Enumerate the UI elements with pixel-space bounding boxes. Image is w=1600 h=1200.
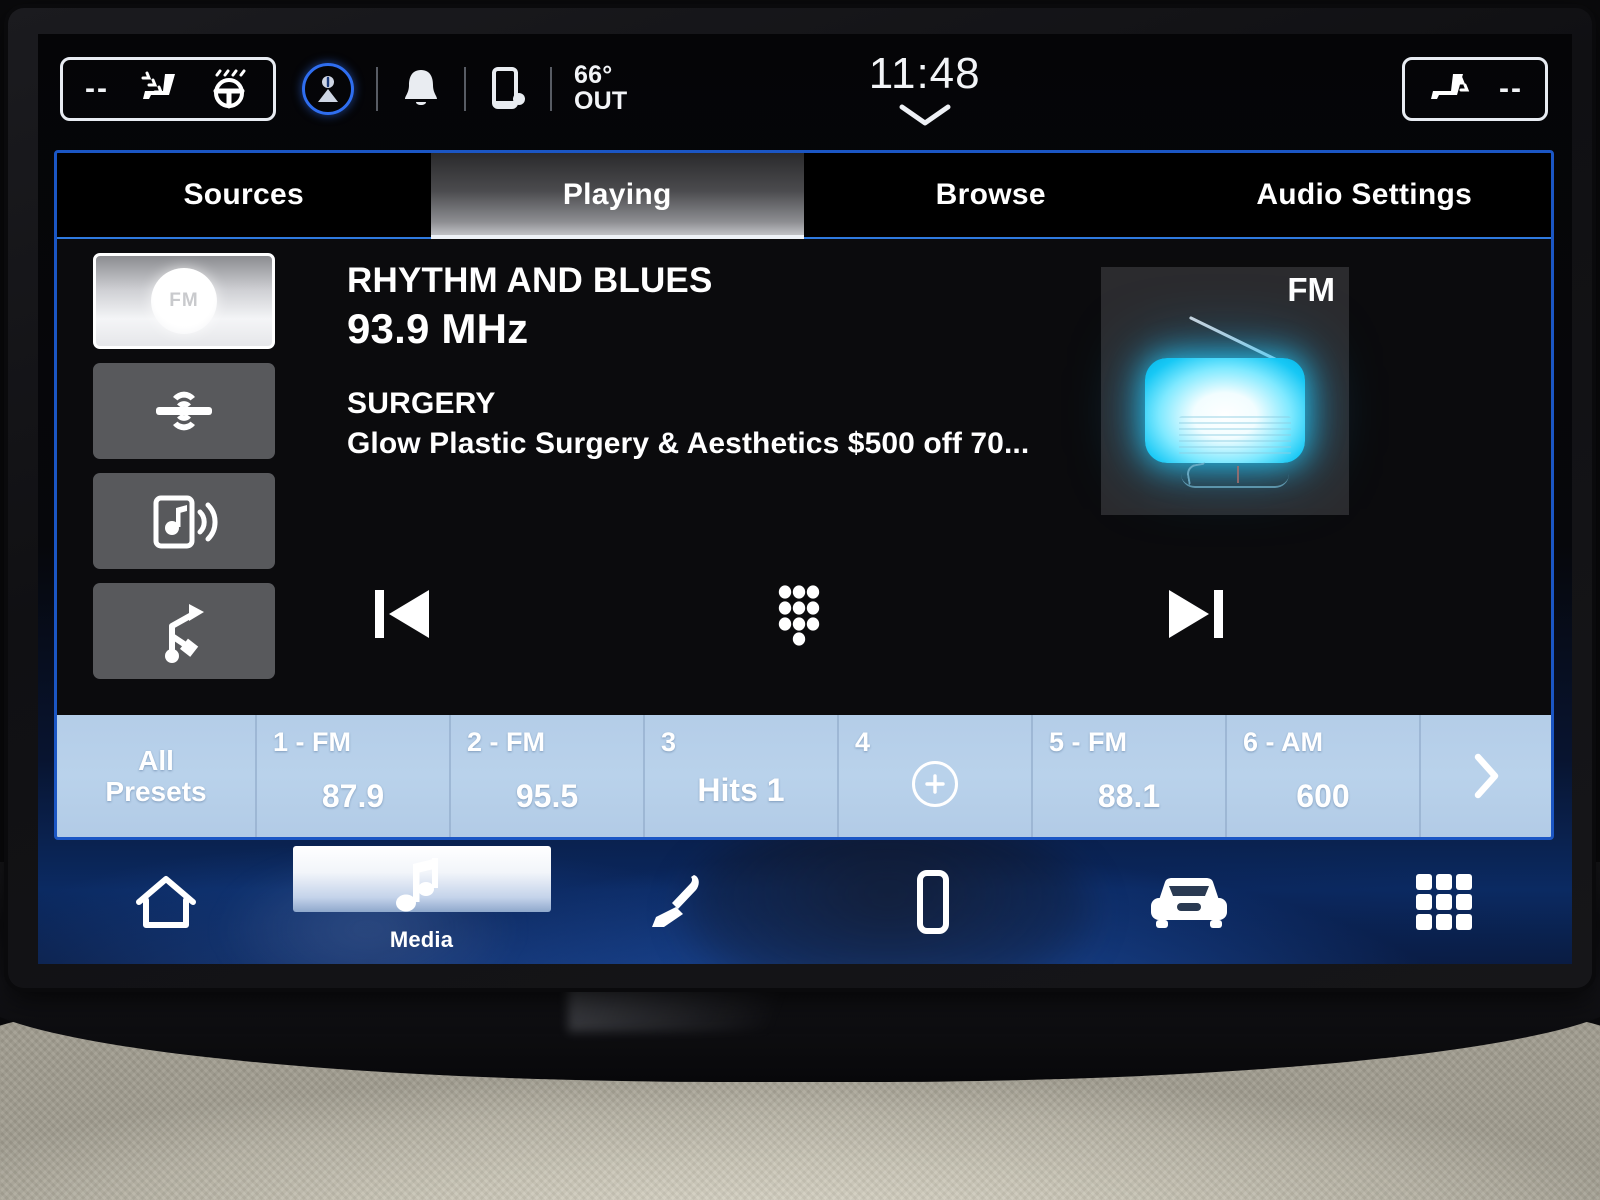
temperature-label: OUT: [573, 87, 628, 115]
preset-1-value: 87.9: [321, 778, 385, 814]
station-artwork: FM: [1101, 267, 1349, 515]
clock: 11:48: [868, 49, 981, 98]
artwork-band-label: FM: [1287, 271, 1335, 308]
home-icon: [133, 867, 199, 937]
media-panel: Sources Playing Browse Audio Settings FM…: [54, 150, 1554, 840]
station-category: SURGERY: [347, 387, 496, 420]
apps-grid-icon: [1410, 867, 1478, 937]
status-divider: [375, 67, 378, 111]
preset-bar: All Presets 1 - FM 87.9 2 - FM 95.5 3 Hi…: [57, 715, 1551, 837]
source-usb[interactable]: [93, 583, 275, 679]
radio-speaker-grille: [1179, 416, 1291, 456]
clock-area[interactable]: 11:48: [869, 49, 981, 129]
phone-icon[interactable]: [488, 65, 528, 113]
preset-6[interactable]: 6 - AM 600: [1225, 715, 1419, 837]
nav-home[interactable]: [38, 840, 294, 964]
phone-icon: [910, 867, 956, 937]
usb-icon: [147, 596, 221, 666]
preset-2[interactable]: 2 - FM 95.5: [449, 715, 643, 837]
passenger-climate-control[interactable]: --: [1402, 57, 1548, 121]
heated-seat-icon: [135, 69, 181, 109]
status-divider: [463, 67, 466, 111]
radio-text: Glow Plastic Surgery & Aesthetics $500 o…: [347, 427, 1030, 460]
driver-climate-value: --: [85, 72, 109, 105]
radio-tuning-dial: [1181, 466, 1289, 488]
bluetooth-audio-icon: [145, 486, 223, 556]
preset-3-number: 3: [661, 727, 677, 757]
nav-media-label: Media: [389, 927, 454, 952]
tab-playing[interactable]: Playing: [430, 153, 804, 239]
transport-controls: [347, 559, 1251, 669]
tab-browse-label: Browse: [935, 178, 1046, 211]
source-bluetooth-audio[interactable]: [93, 473, 275, 569]
radio-body: [1145, 358, 1305, 488]
preset-5-value: 88.1: [1097, 778, 1161, 814]
heated-seat-icon: [1427, 69, 1473, 109]
preset-3-value: Hits 1: [697, 772, 785, 808]
chevron-down-icon[interactable]: [896, 101, 954, 129]
chevron-right-icon: [1469, 751, 1503, 801]
panel-body: FM RHYTHM AND BLUES 93.9 MHz SURGERY Glo…: [57, 239, 1551, 721]
next-track-icon[interactable]: [1141, 569, 1251, 659]
preset-4-number: 4: [855, 727, 871, 757]
car-front-icon: [1143, 867, 1235, 937]
all-presets-button[interactable]: All Presets: [57, 715, 255, 837]
bezel-reflection-2: [567, 982, 868, 1032]
preset-5-number: 5 - FM: [1049, 727, 1127, 757]
nav-media[interactable]: Media: [292, 840, 551, 964]
preset-2-number: 2 - FM: [467, 727, 545, 757]
tab-audio-settings-label: Audio Settings: [1256, 178, 1473, 211]
tab-browse[interactable]: Browse: [804, 153, 1178, 237]
user-profile-icon[interactable]: [301, 63, 354, 115]
bell-icon[interactable]: [400, 66, 442, 112]
preset-4-add[interactable]: 4: [837, 715, 1031, 837]
tab-bar: Sources Playing Browse Audio Settings: [57, 153, 1551, 239]
preset-next-page-button[interactable]: [1419, 715, 1551, 837]
all-presets-line1: All: [138, 744, 174, 776]
temperature-value: 66°: [573, 61, 613, 90]
source-satellite[interactable]: [93, 363, 275, 459]
passenger-climate-value: --: [1499, 72, 1523, 105]
bottom-nav-bar: Media: [38, 840, 1572, 964]
outside-temperature: 66° OUT: [573, 61, 628, 115]
tab-sources[interactable]: Sources: [57, 153, 431, 237]
nav-apps[interactable]: [1316, 840, 1572, 964]
station-frequency: 93.9 MHz: [347, 305, 529, 352]
nav-vehicle[interactable]: [1061, 840, 1317, 964]
status-divider: [549, 67, 552, 111]
retro-radio-icon: [1135, 316, 1315, 488]
preset-6-value: 600: [1296, 778, 1350, 814]
source-fm-label: FM: [169, 290, 199, 311]
nav-phone[interactable]: [805, 840, 1061, 964]
tab-audio-settings[interactable]: Audio Settings: [1178, 153, 1552, 237]
nav-climate[interactable]: [549, 840, 805, 964]
tab-sources-label: Sources: [183, 178, 304, 211]
direct-tune-keypad-icon[interactable]: [744, 569, 854, 659]
source-rail: FM: [93, 253, 275, 679]
fm-radio-icon: FM: [151, 268, 217, 334]
tab-playing-label: Playing: [562, 178, 672, 211]
music-note-icon: [391, 851, 453, 921]
status-bar: -- 66° OUT 11:48 --: [38, 34, 1572, 144]
now-playing-info: RHYTHM AND BLUES 93.9 MHz SURGERY Glow P…: [347, 261, 1029, 461]
infotainment-display: -- 66° OUT 11:48 -- Sources Playing Brow…: [38, 34, 1572, 964]
photo-of-infotainment-screen: -- 66° OUT 11:48 -- Sources Playing Brow…: [0, 0, 1600, 1200]
source-fm[interactable]: FM: [93, 253, 275, 349]
driver-climate-control[interactable]: --: [60, 57, 276, 121]
preset-3[interactable]: 3 Hits 1: [643, 715, 837, 837]
preset-1[interactable]: 1 - FM 87.9: [255, 715, 449, 837]
station-name: RHYTHM AND BLUES: [347, 261, 713, 300]
previous-track-icon[interactable]: [347, 569, 457, 659]
preset-1-number: 1 - FM: [273, 727, 351, 757]
seat-climate-icon: [642, 867, 712, 937]
all-presets-line2: Presets: [105, 776, 207, 807]
heated-steering-wheel-icon: [207, 69, 251, 109]
add-preset-icon: [912, 761, 958, 807]
screen-bezel: -- 66° OUT 11:48 -- Sources Playing Brow…: [8, 8, 1592, 988]
preset-5[interactable]: 5 - FM 88.1: [1031, 715, 1225, 837]
satellite-radio-icon: [147, 375, 221, 447]
preset-6-number: 6 - AM: [1243, 727, 1323, 757]
preset-2-value: 95.5: [515, 778, 579, 814]
